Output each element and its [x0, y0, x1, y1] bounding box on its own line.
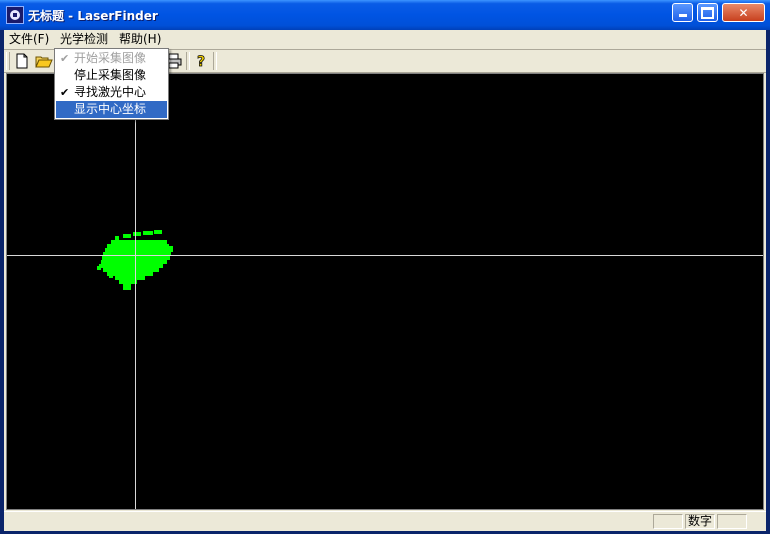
close-icon: ✕: [738, 5, 749, 20]
help-icon: ?: [197, 54, 206, 71]
menu-item-show-center-coords[interactable]: 显示中心坐标: [56, 101, 167, 118]
crosshair-horizontal: [7, 255, 763, 256]
title-bar[interactable]: 无标题 - LaserFinder ✕: [0, 0, 770, 30]
check-icon: ✔: [60, 52, 70, 65]
menu-item-find-laser-center[interactable]: ✔ 寻找激光中心: [56, 84, 167, 101]
menu-help[interactable]: 帮助(H): [116, 31, 164, 47]
help-button[interactable]: ?: [191, 52, 211, 71]
optical-detection-menu: ✔ 开始采集图像 停止采集图像 ✔ 寻找激光中心 显示中心坐标: [54, 48, 169, 120]
laser-target-icon[interactable]: [6, 6, 24, 24]
toolbar-grip[interactable]: [6, 52, 10, 70]
menu-item-start-capture[interactable]: ✔ 开始采集图像: [56, 50, 167, 67]
status-pane-1: [653, 514, 683, 529]
laser-spot: [97, 230, 173, 290]
new-file-button[interactable]: [12, 52, 32, 70]
minimize-button[interactable]: [672, 3, 693, 22]
status-pane-3: [717, 514, 747, 529]
maximize-button[interactable]: [697, 3, 718, 22]
open-folder-icon: [35, 56, 53, 68]
status-pane-numlock: 数字: [685, 514, 715, 529]
crosshair-vertical: [135, 74, 136, 509]
minimize-icon: [673, 4, 692, 21]
window-title: 无标题 - LaserFinder: [28, 9, 158, 23]
svg-text:?: ?: [197, 54, 205, 70]
maximize-icon: [698, 4, 717, 21]
status-bar: 数字: [4, 511, 766, 531]
menu-optical-detection[interactable]: 光学检测: [57, 31, 112, 47]
camera-view[interactable]: [6, 73, 764, 510]
check-icon: ✔: [60, 86, 70, 99]
toolbar-separator: [213, 52, 217, 70]
open-button[interactable]: [34, 52, 54, 70]
toolbar-separator: [186, 52, 190, 70]
menu-bar: 文件(F) 光学检测 帮助(H): [4, 30, 766, 48]
close-button[interactable]: ✕: [722, 3, 765, 22]
new-file-icon: [16, 53, 28, 69]
menu-item-stop-capture[interactable]: 停止采集图像: [56, 67, 167, 84]
menu-file[interactable]: 文件(F): [6, 31, 52, 47]
